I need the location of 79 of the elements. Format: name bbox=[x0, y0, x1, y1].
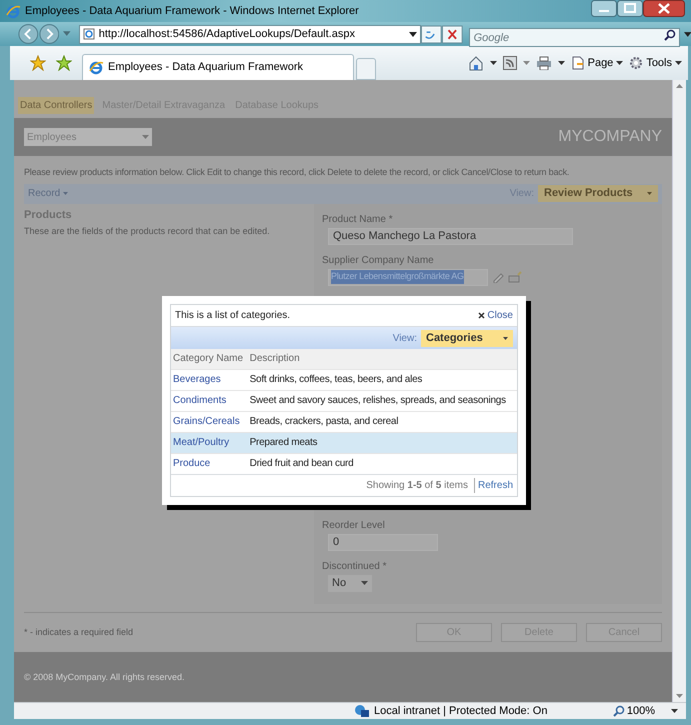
category-link[interactable]: Grains/Cereals bbox=[171, 411, 248, 432]
window-title: Employees - Data Aquarium Framework - Windows Internet Explorer bbox=[25, 4, 359, 19]
favorites-star-icon[interactable] bbox=[30, 55, 46, 71]
field-label: Product Name * bbox=[322, 212, 394, 226]
category-link[interactable]: Beverages bbox=[171, 369, 248, 390]
select-field[interactable]: No bbox=[328, 574, 372, 592]
caret-icon bbox=[671, 709, 678, 713]
caret-icon bbox=[616, 61, 624, 65]
settings-icon bbox=[629, 56, 644, 70]
table-cell: Breads, crackers, pasta, and cereal bbox=[248, 411, 517, 432]
add-favorite-icon[interactable] bbox=[56, 55, 72, 71]
command-menu[interactable]: Page bbox=[570, 54, 624, 72]
page-icon bbox=[82, 28, 95, 40]
copyright-text: © 2008 MyCompany. All rights reserved. bbox=[24, 672, 185, 682]
ie-logo-icon bbox=[89, 60, 104, 75]
caret-icon bbox=[503, 336, 508, 340]
caret-icon bbox=[142, 135, 149, 139]
refresh-link[interactable]: Refresh bbox=[474, 478, 513, 493]
refresh-icon[interactable] bbox=[421, 24, 442, 44]
field-label: Discontinued * bbox=[322, 560, 388, 574]
caret-icon[interactable] bbox=[490, 61, 497, 65]
table-cell: Sweet and savory sauces, relishes, spreads, and seasonings bbox=[248, 390, 517, 411]
column-header[interactable]: Category Name bbox=[171, 349, 248, 369]
text-field[interactable]: 0 bbox=[328, 534, 438, 550]
table-cell: Dried fruit and bean curd bbox=[248, 453, 517, 474]
zoom-control[interactable]: 100% bbox=[612, 702, 678, 720]
caret-icon[interactable] bbox=[684, 32, 691, 36]
feed-icon[interactable] bbox=[502, 56, 517, 70]
table-row[interactable]: Grains/Cereals Breads, crackers, pasta, and cereal bbox=[171, 411, 517, 432]
close-link[interactable]: Close bbox=[478, 308, 513, 323]
ie-logo-icon bbox=[6, 4, 21, 18]
browser-tab[interactable]: Employees - Data Aquarium Framework bbox=[82, 54, 354, 80]
view-select[interactable]: Categories bbox=[421, 330, 513, 346]
dialog-message: This is a list of categories. bbox=[175, 309, 290, 323]
scroll-down-icon[interactable] bbox=[676, 694, 683, 698]
stop-icon[interactable] bbox=[442, 24, 463, 44]
close-button[interactable] bbox=[643, 0, 685, 17]
zoom-icon bbox=[612, 705, 625, 717]
address-field[interactable]: http://localhost:54586/AdaptiveLookups/Default.aspx bbox=[78, 24, 422, 44]
brand-logo: MYCOMPANY bbox=[558, 127, 662, 147]
table-row[interactable]: Meat/Poultry Prepared meats bbox=[171, 432, 517, 453]
pager-text: Showing 1-5 of 5 items bbox=[366, 479, 468, 493]
caret-icon bbox=[361, 581, 368, 585]
category-link[interactable]: Produce bbox=[171, 453, 248, 474]
scrollbar[interactable] bbox=[672, 80, 686, 702]
forward-button[interactable] bbox=[38, 23, 60, 45]
section-description: These are the fields of the products record that can be edited. bbox=[24, 226, 271, 237]
zone-text: Local intranet | Protected Mode: On bbox=[374, 704, 548, 719]
home-icon[interactable] bbox=[468, 55, 484, 71]
caret-icon bbox=[647, 192, 652, 195]
column-header[interactable]: Description bbox=[248, 349, 517, 369]
category-link[interactable]: Condiments bbox=[171, 390, 248, 411]
field-label: Supplier Company Name bbox=[322, 254, 435, 268]
table-cell: Soft drinks, coffees, teas, beers, and ales bbox=[248, 369, 517, 390]
field-label: Reorder Level bbox=[322, 518, 386, 532]
table-row[interactable]: Beverages Soft drinks, coffees, teas, beers, and ales bbox=[171, 369, 517, 390]
back-button[interactable] bbox=[18, 23, 39, 45]
category-link[interactable]: Meat/Poultry bbox=[171, 432, 248, 453]
view-label: View: bbox=[392, 332, 417, 346]
page-icon bbox=[570, 56, 585, 70]
caret-icon bbox=[675, 61, 682, 65]
search-field[interactable]: Google bbox=[468, 28, 680, 47]
required-note: * - indicates a required field bbox=[24, 626, 134, 639]
table-cell: Prepared meats bbox=[248, 432, 517, 453]
close-icon bbox=[478, 312, 486, 319]
command-menu[interactable]: Tools bbox=[629, 54, 682, 72]
caret-icon bbox=[409, 32, 418, 36]
print-icon[interactable] bbox=[536, 56, 552, 70]
instructions-text: Please review products information below. Click Edit to change this record, click Delete to delete the record, or click Cancel/Close to return back. bbox=[24, 166, 570, 179]
intranet-icon bbox=[354, 704, 370, 718]
table-row[interactable]: Condiments Sweet and savory sauces, relishes, spreads, and seasonings bbox=[171, 390, 517, 411]
view-select[interactable]: Review Products bbox=[538, 185, 658, 202]
caret-icon bbox=[63, 192, 68, 195]
scroll-up-icon[interactable] bbox=[676, 84, 683, 88]
caret-icon[interactable] bbox=[558, 61, 565, 65]
minimize-button[interactable] bbox=[591, 0, 617, 17]
search-icon[interactable] bbox=[664, 28, 676, 40]
maximize-button[interactable] bbox=[617, 0, 643, 17]
text-field[interactable]: Queso Manchego La Pastora bbox=[328, 228, 573, 244]
